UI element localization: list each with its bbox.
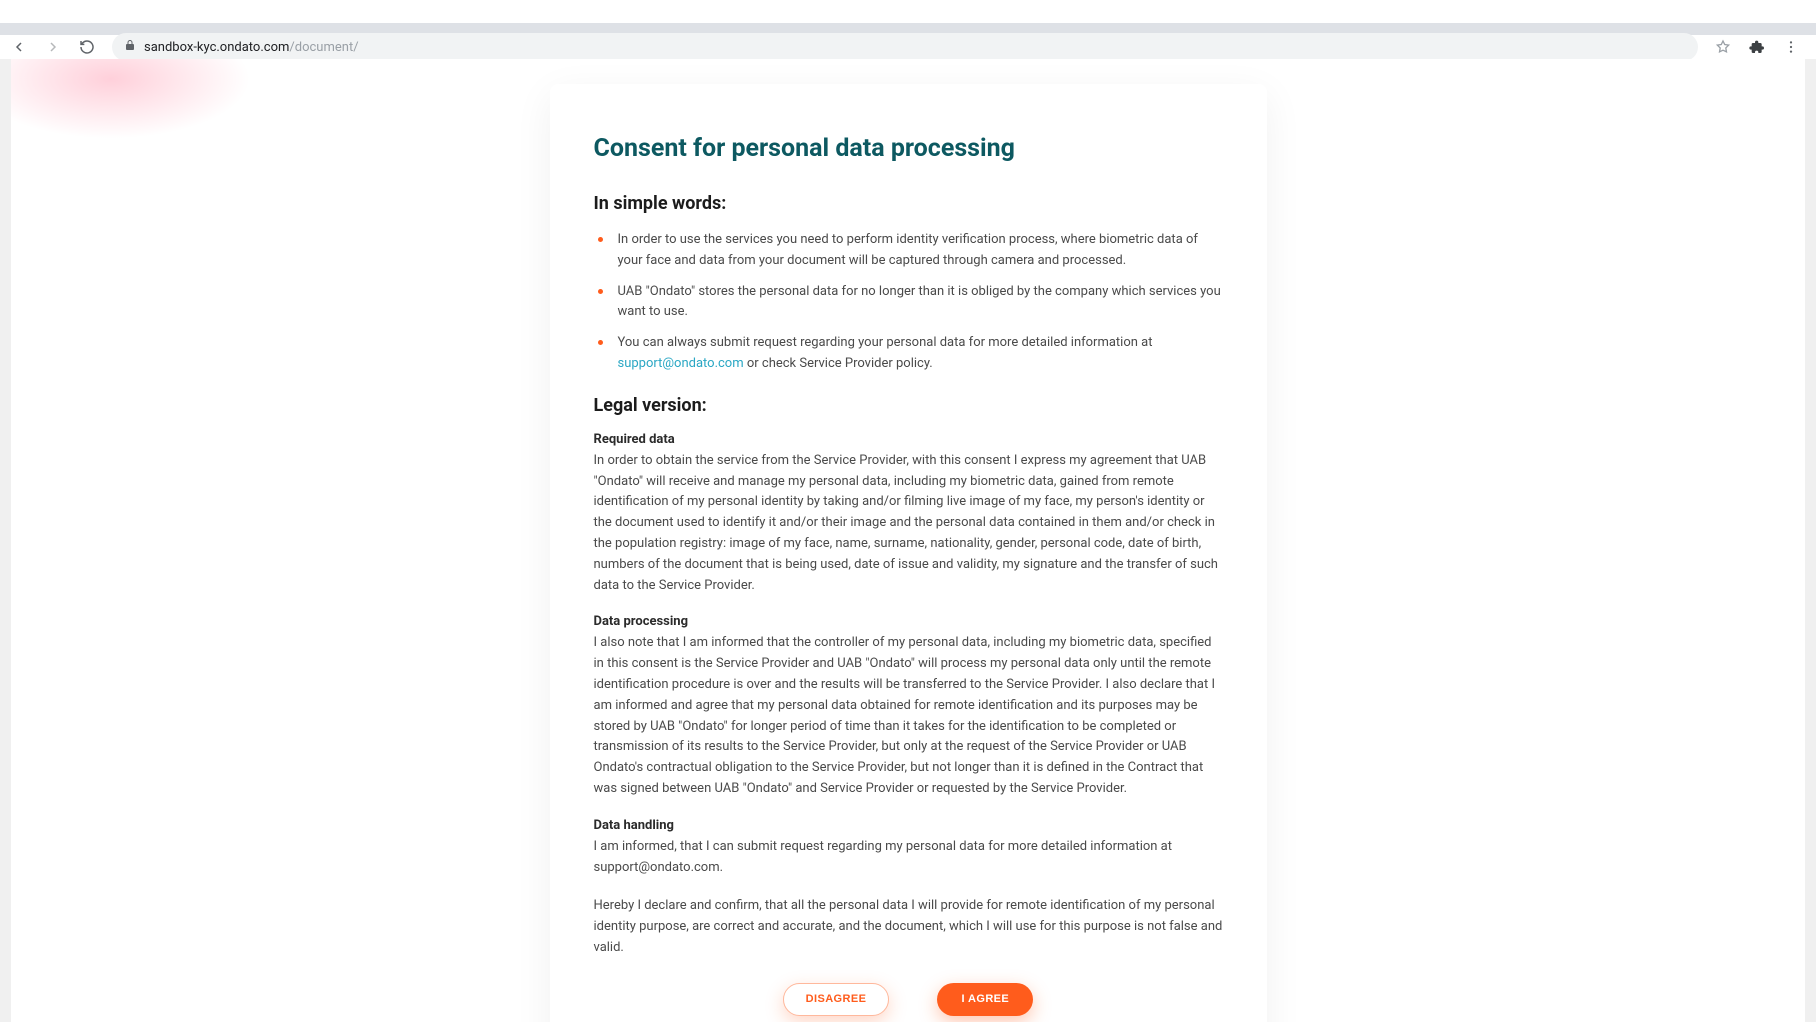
legal-body: I also note that I am informed that the … (594, 633, 1223, 799)
legal-body: I am informed, that I can submit request… (594, 837, 1223, 879)
forward-button[interactable] (40, 34, 66, 60)
list-item-text: You can always submit request regarding … (618, 335, 1153, 350)
legal-subhead: Data processing (594, 614, 1223, 629)
list-item: You can always submit request regarding … (594, 333, 1223, 375)
browser-toolbar: sandbox-kyc.ondato.com/document/ (0, 35, 1816, 59)
address-bar[interactable]: sandbox-kyc.ondato.com/document/ (112, 33, 1698, 61)
support-email-link[interactable]: support@ondato.com (618, 356, 744, 371)
legal-subhead: Data handling (594, 818, 1223, 833)
disagree-button[interactable]: DISAGREE (783, 983, 890, 1016)
simple-heading: In simple words: (594, 193, 1223, 214)
legal-subhead: Required data (594, 432, 1223, 447)
reload-button[interactable] (74, 34, 100, 60)
bookmark-button[interactable] (1710, 34, 1736, 60)
legal-declaration: Hereby I declare and confirm, that all t… (594, 896, 1223, 958)
legal-heading: Legal version: (594, 395, 1223, 416)
extensions-button[interactable] (1744, 34, 1770, 60)
agree-button[interactable]: I AGREE (937, 983, 1033, 1016)
address-url: sandbox-kyc.ondato.com/document/ (144, 40, 359, 55)
menu-button[interactable] (1778, 34, 1804, 60)
list-item-text: or check Service Provider policy. (744, 356, 933, 371)
background-glow (11, 59, 251, 139)
legal-body: In order to obtain the service from the … (594, 451, 1223, 597)
back-button[interactable] (6, 34, 32, 60)
lock-icon (124, 39, 136, 55)
page-title: Consent for personal data processing (594, 134, 1223, 163)
action-buttons: DISAGREE I AGREE (594, 983, 1223, 1016)
simple-list: In order to use the services you need to… (594, 230, 1223, 375)
page-viewport[interactable]: Consent for personal data processing In … (11, 59, 1805, 1022)
list-item: UAB "Ondato" stores the personal data fo… (594, 282, 1223, 324)
consent-card: Consent for personal data processing In … (550, 84, 1267, 1022)
list-item: In order to use the services you need to… (594, 230, 1223, 272)
legal-section: Required data In order to obtain the ser… (594, 432, 1223, 959)
